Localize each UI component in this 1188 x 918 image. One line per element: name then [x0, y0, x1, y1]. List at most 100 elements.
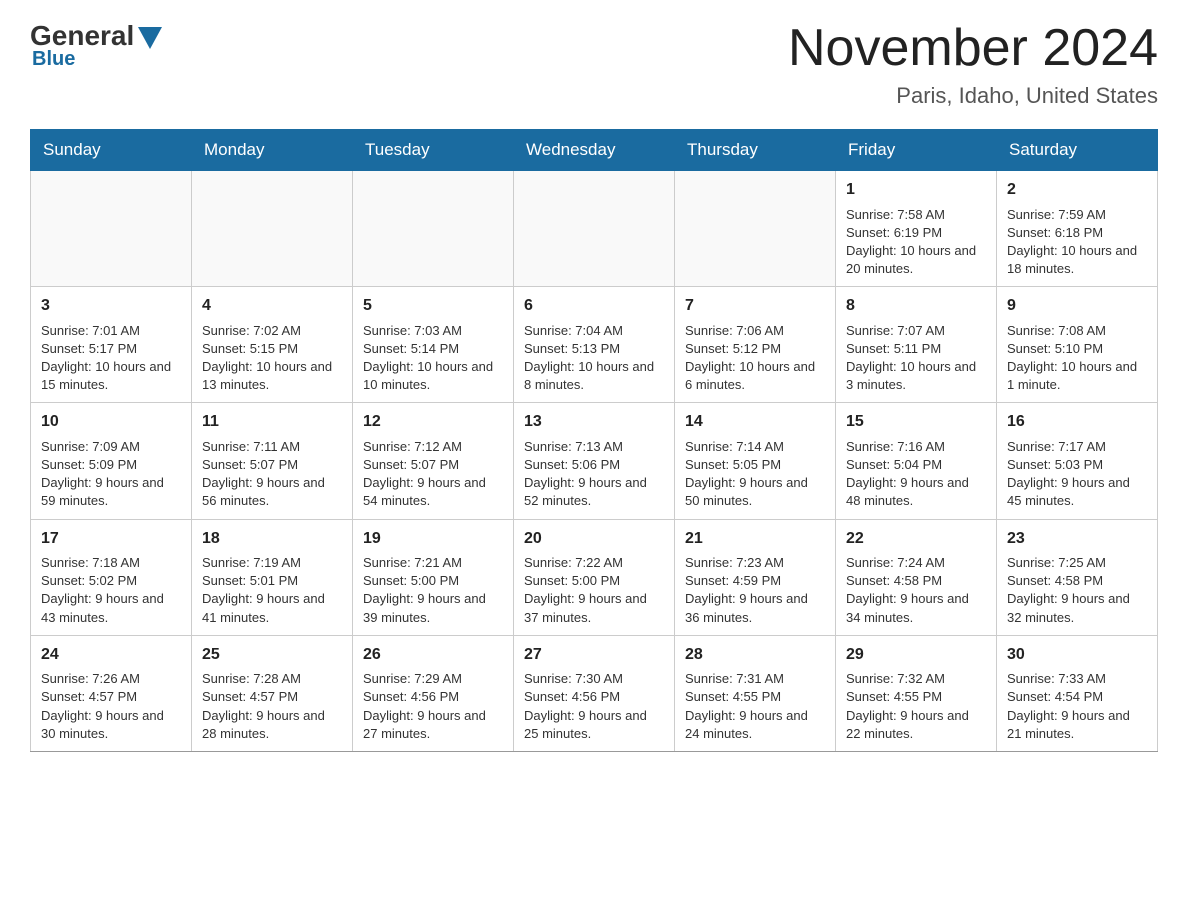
calendar-cell: 10 Sunrise: 7:09 AMSunset: 5:09 PMDayligh…	[31, 403, 192, 519]
weekday-header-wednesday: Wednesday	[514, 130, 675, 171]
calendar-cell: 13 Sunrise: 7:13 AMSunset: 5:06 PMDayligh…	[514, 403, 675, 519]
weekday-header-thursday: Thursday	[675, 130, 836, 171]
calendar-cell: 30Sunrise: 7:33 AMSunset: 4:54 PMDayligh…	[997, 635, 1158, 751]
calendar-cell: 11 Sunrise: 7:11 AMSunset: 5:07 PMDayligh…	[192, 403, 353, 519]
calendar-header-row: SundayMondayTuesdayWednesdayThursdayFrid…	[31, 130, 1158, 171]
day-info: Sunrise: 7:03 AMSunset: 5:14 PMDaylight:…	[363, 322, 503, 395]
day-number: 29	[846, 644, 986, 666]
calendar-cell: 28Sunrise: 7:31 AMSunset: 4:55 PMDayligh…	[675, 635, 836, 751]
day-number: 25	[202, 644, 342, 666]
day-number: 12	[363, 411, 503, 433]
day-info: Sunrise: 7:11 AMSunset: 5:07 PMDaylight:…	[202, 438, 342, 511]
calendar-cell: 7Sunrise: 7:06 AMSunset: 5:12 PMDaylight…	[675, 287, 836, 403]
calendar-cell: 24 Sunrise: 7:26 AMSunset: 4:57 PMDayligh…	[31, 635, 192, 751]
calendar-week-2: 3Sunrise: 7:01 AMSunset: 5:17 PMDaylight…	[31, 287, 1158, 403]
day-info: Sunrise: 7:04 AMSunset: 5:13 PMDaylight:…	[524, 322, 664, 395]
weekday-header-friday: Friday	[836, 130, 997, 171]
calendar-cell: 21 Sunrise: 7:23 AMSunset: 4:59 PMDayligh…	[675, 519, 836, 635]
calendar-cell: 20 Sunrise: 7:22 AMSunset: 5:00 PMDayligh…	[514, 519, 675, 635]
calendar-cell: 23 Sunrise: 7:25 AMSunset: 4:58 PMDayligh…	[997, 519, 1158, 635]
day-number: 18	[202, 528, 342, 550]
day-number: 5	[363, 295, 503, 317]
calendar-cell: 29 Sunrise: 7:32 AMSunset: 4:55 PMDayligh…	[836, 635, 997, 751]
logo-triangle-icon	[138, 27, 162, 49]
title-section: November 2024 Paris, Idaho, United State…	[788, 20, 1158, 109]
calendar-cell: 15Sunrise: 7:16 AMSunset: 5:04 PMDayligh…	[836, 403, 997, 519]
day-info: Sunrise: 7:33 AMSunset: 4:54 PMDaylight:…	[1007, 670, 1147, 743]
day-info: Sunrise: 7:01 AMSunset: 5:17 PMDaylight:…	[41, 322, 181, 395]
day-number: 9	[1007, 295, 1147, 317]
day-number: 14	[685, 411, 825, 433]
day-info: Sunrise: 7:22 AMSunset: 5:00 PMDaylight:…	[524, 554, 664, 627]
calendar-cell: 2 Sunrise: 7:59 AMSunset: 6:18 PMDaylight…	[997, 171, 1158, 287]
day-number: 21	[685, 528, 825, 550]
location-text: Paris, Idaho, United States	[788, 83, 1158, 109]
day-info: Sunrise: 7:16 AMSunset: 5:04 PMDaylight:…	[846, 438, 986, 511]
day-number: 11	[202, 411, 342, 433]
day-info: Sunrise: 7:13 AMSunset: 5:06 PMDaylight:…	[524, 438, 664, 511]
day-number: 22	[846, 528, 986, 550]
page-header: General Blue November 2024 Paris, Idaho,…	[30, 20, 1158, 109]
calendar-week-3: 10 Sunrise: 7:09 AMSunset: 5:09 PMDayligh…	[31, 403, 1158, 519]
calendar-cell: 3Sunrise: 7:01 AMSunset: 5:17 PMDaylight…	[31, 287, 192, 403]
calendar-cell: 22 Sunrise: 7:24 AMSunset: 4:58 PMDayligh…	[836, 519, 997, 635]
calendar-cell	[514, 171, 675, 287]
calendar-cell: 8 Sunrise: 7:07 AMSunset: 5:11 PMDaylight…	[836, 287, 997, 403]
calendar-cell	[192, 171, 353, 287]
day-number: 19	[363, 528, 503, 550]
day-info: Sunrise: 7:07 AMSunset: 5:11 PMDaylight:…	[846, 322, 986, 395]
calendar-table: SundayMondayTuesdayWednesdayThursdayFrid…	[30, 129, 1158, 752]
day-info: Sunrise: 7:25 AMSunset: 4:58 PMDaylight:…	[1007, 554, 1147, 627]
weekday-header-saturday: Saturday	[997, 130, 1158, 171]
calendar-cell: 17Sunrise: 7:18 AMSunset: 5:02 PMDayligh…	[31, 519, 192, 635]
day-info: Sunrise: 7:09 AMSunset: 5:09 PMDaylight:…	[41, 438, 181, 511]
weekday-header-monday: Monday	[192, 130, 353, 171]
calendar-week-5: 24 Sunrise: 7:26 AMSunset: 4:57 PMDayligh…	[31, 635, 1158, 751]
day-number: 7	[685, 295, 825, 317]
day-info: Sunrise: 7:08 AMSunset: 5:10 PMDaylight:…	[1007, 322, 1147, 395]
day-number: 2	[1007, 179, 1147, 201]
day-info: Sunrise: 7:32 AMSunset: 4:55 PMDaylight:…	[846, 670, 986, 743]
logo: General Blue	[30, 20, 162, 71]
day-number: 6	[524, 295, 664, 317]
calendar-week-4: 17Sunrise: 7:18 AMSunset: 5:02 PMDayligh…	[31, 519, 1158, 635]
day-number: 27	[524, 644, 664, 666]
day-number: 26	[363, 644, 503, 666]
day-info: Sunrise: 7:12 AMSunset: 5:07 PMDaylight:…	[363, 438, 503, 511]
weekday-header-tuesday: Tuesday	[353, 130, 514, 171]
day-number: 10	[41, 411, 181, 433]
day-info: Sunrise: 7:21 AMSunset: 5:00 PMDaylight:…	[363, 554, 503, 627]
day-number: 24	[41, 644, 181, 666]
day-number: 16	[1007, 411, 1147, 433]
calendar-cell: 9 Sunrise: 7:08 AMSunset: 5:10 PMDaylight…	[997, 287, 1158, 403]
day-info: Sunrise: 7:29 AMSunset: 4:56 PMDaylight:…	[363, 670, 503, 743]
day-info: Sunrise: 7:14 AMSunset: 5:05 PMDaylight:…	[685, 438, 825, 511]
calendar-cell: 4Sunrise: 7:02 AMSunset: 5:15 PMDaylight…	[192, 287, 353, 403]
day-info: Sunrise: 7:24 AMSunset: 4:58 PMDaylight:…	[846, 554, 986, 627]
calendar-cell: 16 Sunrise: 7:17 AMSunset: 5:03 PMDayligh…	[997, 403, 1158, 519]
day-info: Sunrise: 7:23 AMSunset: 4:59 PMDaylight:…	[685, 554, 825, 627]
day-number: 1	[846, 179, 986, 201]
calendar-cell: 27 Sunrise: 7:30 AMSunset: 4:56 PMDayligh…	[514, 635, 675, 751]
calendar-cell: 12 Sunrise: 7:12 AMSunset: 5:07 PMDayligh…	[353, 403, 514, 519]
calendar-cell: 5 Sunrise: 7:03 AMSunset: 5:14 PMDaylight…	[353, 287, 514, 403]
calendar-cell: 18 Sunrise: 7:19 AMSunset: 5:01 PMDayligh…	[192, 519, 353, 635]
day-info: Sunrise: 7:17 AMSunset: 5:03 PMDaylight:…	[1007, 438, 1147, 511]
calendar-cell: 19 Sunrise: 7:21 AMSunset: 5:00 PMDayligh…	[353, 519, 514, 635]
calendar-cell: 1Sunrise: 7:58 AMSunset: 6:19 PMDaylight…	[836, 171, 997, 287]
day-number: 4	[202, 295, 342, 317]
month-title: November 2024	[788, 20, 1158, 77]
logo-blue-text: Blue	[32, 48, 75, 71]
day-info: Sunrise: 7:26 AMSunset: 4:57 PMDaylight:…	[41, 670, 181, 743]
day-number: 13	[524, 411, 664, 433]
calendar-cell: 26 Sunrise: 7:29 AMSunset: 4:56 PMDayligh…	[353, 635, 514, 751]
day-info: Sunrise: 7:19 AMSunset: 5:01 PMDaylight:…	[202, 554, 342, 627]
day-number: 20	[524, 528, 664, 550]
calendar-cell	[353, 171, 514, 287]
day-info: Sunrise: 7:30 AMSunset: 4:56 PMDaylight:…	[524, 670, 664, 743]
day-info: Sunrise: 7:59 AMSunset: 6:18 PMDaylight:…	[1007, 206, 1147, 279]
weekday-header-sunday: Sunday	[31, 130, 192, 171]
day-number: 23	[1007, 528, 1147, 550]
day-number: 8	[846, 295, 986, 317]
calendar-cell: 25Sunrise: 7:28 AMSunset: 4:57 PMDayligh…	[192, 635, 353, 751]
